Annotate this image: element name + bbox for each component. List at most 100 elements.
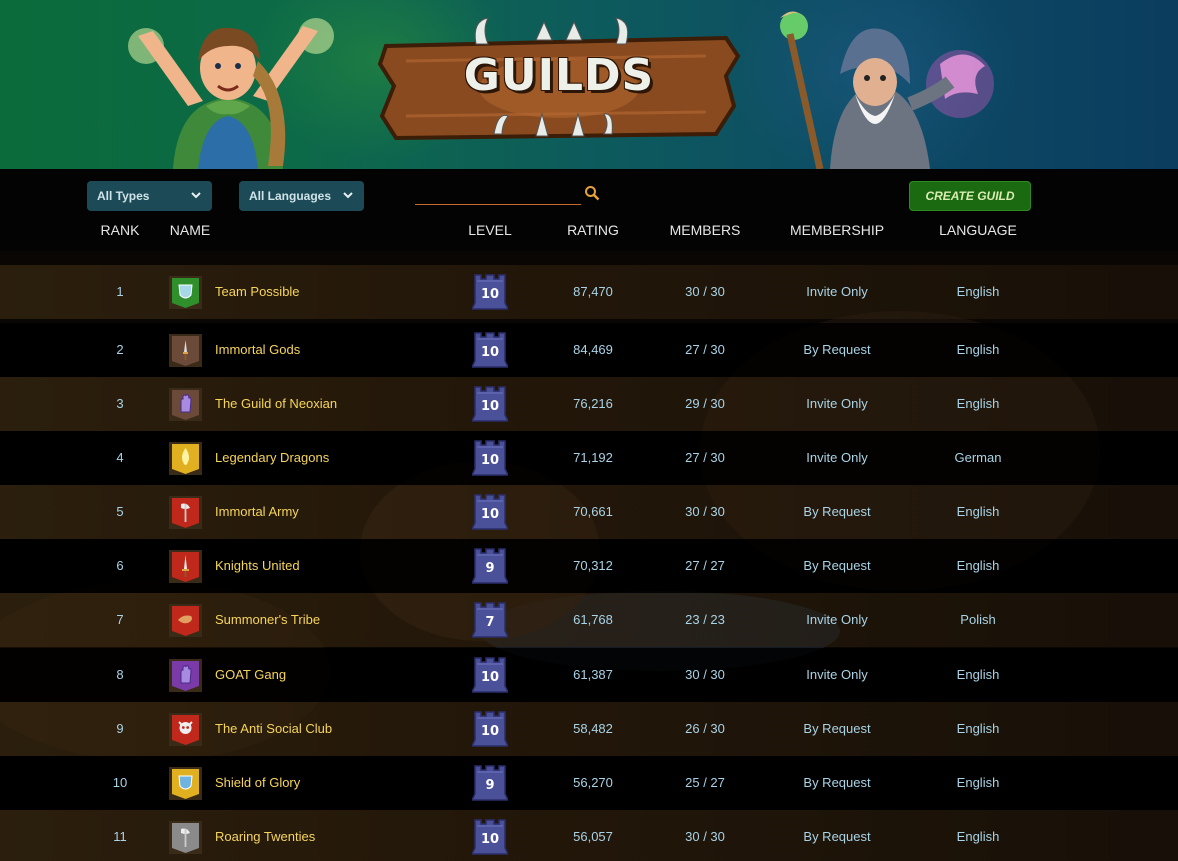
- search-icon[interactable]: [584, 185, 600, 201]
- guild-language: German: [954, 450, 1002, 465]
- guild-rating: 71,192: [573, 450, 613, 465]
- table-row[interactable]: 6 Knights United 9 70,312 27 / 27 By Request E…: [0, 539, 1178, 593]
- guild-members: 27 / 30: [685, 342, 725, 357]
- guild-rank: 1: [116, 284, 124, 299]
- guild-level-badge: 10: [470, 273, 510, 311]
- sword-icon: [169, 550, 202, 583]
- purple-hand-icon: [169, 659, 202, 692]
- guild-rating: 56,270: [573, 775, 613, 790]
- green-shield-icon: [169, 276, 202, 309]
- bird-icon: [169, 604, 202, 637]
- guild-name-link[interactable]: Legendary Dragons: [215, 431, 329, 485]
- table-row[interactable]: 11 Roaring Twenties 10 56,057 30 / 30 By Requ…: [0, 810, 1178, 861]
- guild-language: English: [956, 721, 1000, 736]
- guild-name-link[interactable]: The Anti Social Club: [215, 702, 332, 756]
- guild-level-value: 10: [480, 453, 500, 468]
- column-header-rating: RATING: [567, 222, 619, 238]
- guild-name-link[interactable]: Shield of Glory: [215, 756, 300, 810]
- druid-character-icon: [128, 18, 334, 169]
- guild-members: 26 / 30: [685, 721, 725, 736]
- guild-language: English: [956, 775, 1000, 790]
- table-row[interactable]: 5 Immortal Army 10 70,661 30 / 30 By Request E…: [0, 485, 1178, 539]
- blue-shield-icon: [169, 767, 202, 800]
- guild-membership: By Request: [803, 342, 871, 357]
- guild-language: English: [956, 504, 1000, 519]
- guild-membership: By Request: [803, 775, 871, 790]
- axe-icon: [169, 821, 202, 854]
- language-filter-select[interactable]: All Languages: [239, 181, 364, 211]
- wizard-character-icon: [780, 11, 994, 169]
- guild-level-badge: 10: [470, 385, 510, 423]
- guild-name-link[interactable]: Roaring Twenties: [215, 810, 315, 861]
- guild-name-link[interactable]: Knights United: [215, 539, 300, 593]
- guild-members: 23 / 23: [685, 612, 725, 627]
- column-header-level: LEVEL: [468, 222, 512, 238]
- skull-icon: [169, 713, 202, 746]
- guild-level-value: 10: [480, 832, 500, 847]
- guild-members: 30 / 30: [685, 504, 725, 519]
- guild-controls-bar: All Types All Languages CREATE GUILD RAN…: [0, 169, 1178, 251]
- guild-membership: Invite Only: [806, 667, 868, 682]
- guild-rank: 4: [116, 450, 124, 465]
- table-row[interactable]: 3 The Guild of Neoxian 10 76,216 29 / 30 Invi…: [0, 377, 1178, 431]
- guild-language: Polish: [960, 612, 996, 627]
- table-row[interactable]: 1 Team Possible 10 87,470 30 / 30 Invite Only…: [0, 265, 1178, 319]
- guild-membership: Invite Only: [806, 612, 868, 627]
- guild-rating: 61,387: [573, 667, 613, 682]
- guild-rating: 84,469: [573, 342, 613, 357]
- guild-level-badge: 10: [470, 439, 510, 477]
- guild-name-link[interactable]: The Guild of Neoxian: [215, 377, 337, 431]
- guild-rank: 3: [116, 396, 124, 411]
- guild-level-value: 7: [485, 615, 495, 630]
- guild-level-value: 10: [480, 345, 500, 360]
- column-header-rank: RANK: [100, 222, 140, 238]
- guild-members: 29 / 30: [685, 396, 725, 411]
- guild-membership: Invite Only: [806, 450, 868, 465]
- guild-name-link[interactable]: Team Possible: [215, 265, 300, 319]
- guild-name-link[interactable]: Immortal Army: [215, 485, 299, 539]
- guild-level-badge: 10: [470, 493, 510, 531]
- guild-membership: Invite Only: [806, 396, 868, 411]
- guild-membership: By Request: [803, 721, 871, 736]
- flame-icon: [169, 442, 202, 475]
- dagger-icon: [169, 334, 202, 367]
- language-filter-value: All Languages: [249, 189, 332, 203]
- guild-level-value: 10: [480, 724, 500, 739]
- guild-rating: 58,482: [573, 721, 613, 736]
- table-row[interactable]: 2 Immortal Gods 10 84,469 27 / 30 By Request E…: [0, 323, 1178, 377]
- guild-rank: 5: [116, 504, 124, 519]
- guild-level-badge: 7: [470, 601, 510, 639]
- guild-name-link[interactable]: Immortal Gods: [215, 323, 300, 377]
- guild-members: 30 / 30: [685, 829, 725, 844]
- column-header-language: LANGUAGE: [939, 222, 1017, 238]
- guild-membership: By Request: [803, 829, 871, 844]
- guild-language: English: [956, 342, 1000, 357]
- guild-name-link[interactable]: Summoner's Tribe: [215, 593, 320, 647]
- guild-level-value: 9: [485, 778, 495, 793]
- guild-level-value: 9: [485, 561, 495, 576]
- guild-members: 25 / 27: [685, 775, 725, 790]
- guild-language: English: [956, 396, 1000, 411]
- guild-name-link[interactable]: GOAT Gang: [215, 648, 286, 702]
- guild-rating: 56,057: [573, 829, 613, 844]
- guild-rank: 6: [116, 558, 124, 573]
- table-row[interactable]: 8 GOAT Gang 10 61,387 30 / 30 Invite Only Engl…: [0, 648, 1178, 702]
- create-guild-button[interactable]: CREATE GUILD: [909, 181, 1031, 211]
- type-filter-select[interactable]: All Types: [87, 181, 212, 211]
- axe-icon: [169, 496, 202, 529]
- guild-rating: 76,216: [573, 396, 613, 411]
- guild-level-value: 10: [480, 507, 500, 522]
- table-row[interactable]: 10 Shield of Glory 9 56,270 25 / 27 By Reques…: [0, 756, 1178, 810]
- guild-rating: 70,661: [573, 504, 613, 519]
- guild-rank: 8: [116, 667, 124, 682]
- guild-level-badge: 10: [470, 710, 510, 748]
- guild-level-value: 10: [480, 287, 500, 302]
- guild-language: English: [956, 829, 1000, 844]
- guild-search-input[interactable]: [415, 183, 581, 204]
- table-row[interactable]: 4 Legendary Dragons 10 71,192 27 / 30 Invite …: [0, 431, 1178, 485]
- guilds-banner: GUILDS: [0, 0, 1178, 169]
- table-row[interactable]: 7 Summoner's Tribe 7 61,768 23 / 23 Invite On…: [0, 593, 1178, 647]
- guild-membership: By Request: [803, 504, 871, 519]
- table-row[interactable]: 9 The Anti Social Club 10 58,482 26 / 30 By R…: [0, 702, 1178, 756]
- guild-rank: 7: [116, 612, 124, 627]
